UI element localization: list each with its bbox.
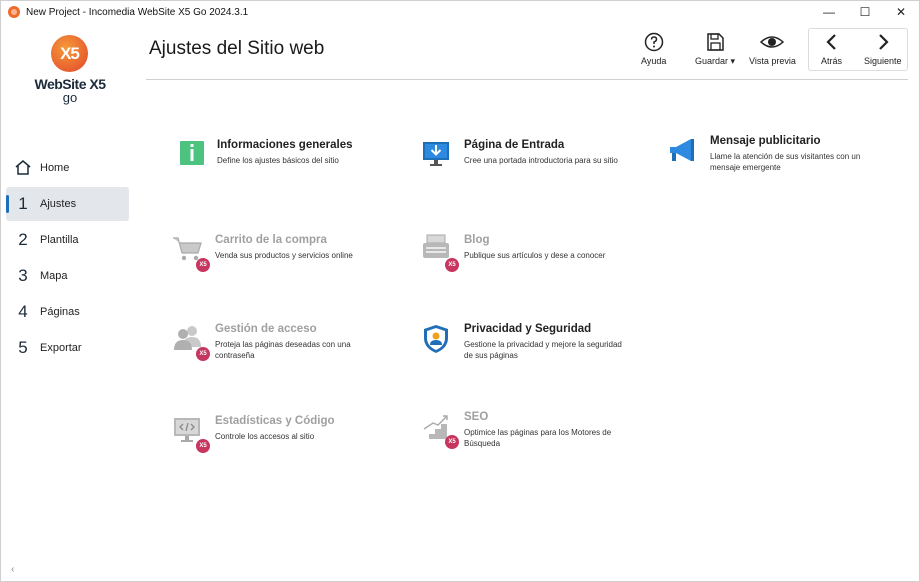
app-icon — [8, 6, 20, 18]
x5-badge: X5 — [196, 258, 210, 272]
sidebar-item-paginas[interactable]: 4 Páginas — [6, 295, 129, 329]
preview-button[interactable]: Vista previa — [749, 32, 796, 66]
save-icon — [707, 33, 724, 51]
sidebar-item-mapa[interactable]: 3 Mapa — [6, 259, 129, 293]
chevron-left-icon — [825, 34, 836, 50]
window-controls: — ☐ ✕ — [811, 1, 919, 23]
monitor-download-icon — [421, 139, 457, 175]
sidebar-item-plantilla[interactable]: 2 Plantilla — [6, 223, 129, 257]
title-bar: New Project - Incomedia WebSite X5 Go 20… — [1, 1, 919, 23]
help-icon — [644, 32, 663, 52]
logo-mark: X5 — [51, 35, 88, 72]
collapse-sidebar-button[interactable]: ‹ — [11, 564, 14, 575]
setting-desc: Proteja las páginas deseadas con una — [215, 340, 351, 349]
preview-label: Vista previa — [749, 56, 796, 66]
megaphone-icon — [667, 135, 703, 171]
setting-desc: Búsqueda — [464, 439, 501, 448]
setting-desc: Llame la atención de sus visitantes con … — [710, 152, 861, 161]
next-button[interactable]: Siguiente — [864, 32, 902, 66]
sidebar-item-label: Plantilla — [40, 234, 79, 246]
setting-general-info[interactable]: Informaciones generales Define los ajust… — [174, 139, 353, 175]
info-icon — [174, 139, 210, 175]
code-monitor-icon: X5 — [172, 415, 210, 453]
back-button[interactable]: Atrás — [821, 32, 842, 66]
sidebar-item-label: Home — [40, 162, 70, 174]
sidebar-item-label: Exportar — [40, 342, 82, 354]
header-divider — [146, 79, 908, 80]
setting-name: Mensaje publicitario — [710, 135, 821, 147]
sidebar-item-label: Páginas — [40, 306, 80, 318]
app-window: New Project - Incomedia WebSite X5 Go 20… — [0, 0, 920, 582]
setting-name: SEO — [464, 411, 489, 423]
setting-desc: Venda sus productos y servicios online — [215, 251, 353, 260]
setting-name: Página de Entrada — [464, 139, 565, 151]
next-label: Siguiente — [864, 56, 902, 66]
sidebar-item-label: Ajustes — [40, 198, 77, 210]
maximize-button[interactable]: ☐ — [847, 1, 883, 23]
step-number: 4 — [18, 302, 28, 321]
setting-desc: de sus páginas — [464, 351, 518, 360]
setting-access-management[interactable]: X5 Gestión de acceso Proteja las páginas… — [172, 323, 351, 361]
close-button[interactable]: ✕ — [883, 1, 919, 23]
setting-name: Blog — [464, 234, 490, 246]
chevron-right-icon — [878, 34, 889, 50]
home-icon — [6, 156, 40, 181]
setting-privacy-security[interactable]: Privacidad y Seguridad Gestione la priva… — [421, 323, 622, 361]
step-number: 5 — [18, 338, 28, 357]
sidebar-item-exportar[interactable]: 5 Exportar — [6, 331, 129, 365]
step-number: 1 — [18, 194, 28, 213]
setting-blog[interactable]: X5 Blog Publique sus artículos y dese a … — [421, 234, 606, 272]
setting-shopping-cart[interactable]: X5 Carrito de la compra Venda sus produc… — [172, 234, 353, 272]
x5-badge: X5 — [196, 347, 210, 361]
setting-desc: Gestione la privacidad y mejore la segur… — [464, 340, 622, 349]
logo-edition: go — [62, 90, 78, 105]
step-number: 2 — [18, 230, 28, 249]
setting-stats-code[interactable]: X5 Estadísticas y Código Controle los ac… — [172, 415, 335, 453]
shopping-cart-icon: X5 — [172, 234, 210, 272]
sidebar-item-label: Mapa — [40, 270, 68, 282]
setting-ad-message[interactable]: Mensaje publicitario Llame la atención d… — [667, 135, 860, 173]
save-label: Guardar ▾ — [695, 56, 736, 66]
sidebar-nav: Home 1 Ajustes 2 Plantilla 3 Mapa 4 Pági… — [6, 151, 129, 367]
setting-name: Carrito de la compra — [215, 234, 327, 246]
app-logo: X5 WebSite X5 go — [34, 35, 106, 105]
setting-desc: Publique sus artículos y dese a conocer — [464, 251, 606, 260]
shield-user-icon — [421, 323, 457, 359]
x5-badge: X5 — [445, 435, 459, 449]
sidebar-item-ajustes[interactable]: 1 Ajustes — [6, 187, 129, 221]
page-title: Ajustes del Sitio web — [149, 38, 325, 59]
setting-entry-page[interactable]: Página de Entrada Cree una portada intro… — [421, 139, 618, 175]
help-button[interactable]: Ayuda — [641, 32, 666, 66]
setting-name: Gestión de acceso — [215, 323, 317, 335]
minimize-button[interactable]: — — [811, 1, 847, 23]
eye-icon — [760, 36, 785, 48]
setting-desc: Define los ajustes básicos del sitio — [217, 156, 339, 165]
setting-seo[interactable]: X5 SEO Optimice las páginas para los Mot… — [421, 411, 611, 449]
stairs-chart-icon: X5 — [421, 411, 459, 449]
setting-name: Informaciones generales — [217, 139, 353, 151]
x5-badge: X5 — [445, 258, 459, 272]
step-number: 3 — [18, 266, 28, 285]
back-label: Atrás — [821, 56, 843, 66]
setting-name: Estadísticas y Código — [215, 415, 335, 427]
typewriter-icon: X5 — [421, 234, 459, 272]
setting-name: Privacidad y Seguridad — [464, 323, 592, 335]
x5-badge: X5 — [196, 439, 210, 453]
setting-desc: Controle los accesos al sitio — [215, 432, 315, 441]
setting-desc: Cree una portada introductoria para su s… — [464, 156, 618, 165]
setting-desc: contraseña — [215, 351, 255, 360]
setting-desc: Optimice las páginas para los Motores de — [464, 428, 612, 437]
setting-desc: mensaje emergente — [710, 163, 781, 172]
users-icon: X5 — [172, 323, 210, 361]
help-label: Ayuda — [641, 56, 667, 66]
sidebar-item-home[interactable]: Home — [6, 151, 129, 185]
save-button[interactable]: Guardar ▾ — [695, 32, 735, 67]
window-title: New Project - Incomedia WebSite X5 Go 20… — [26, 6, 249, 18]
